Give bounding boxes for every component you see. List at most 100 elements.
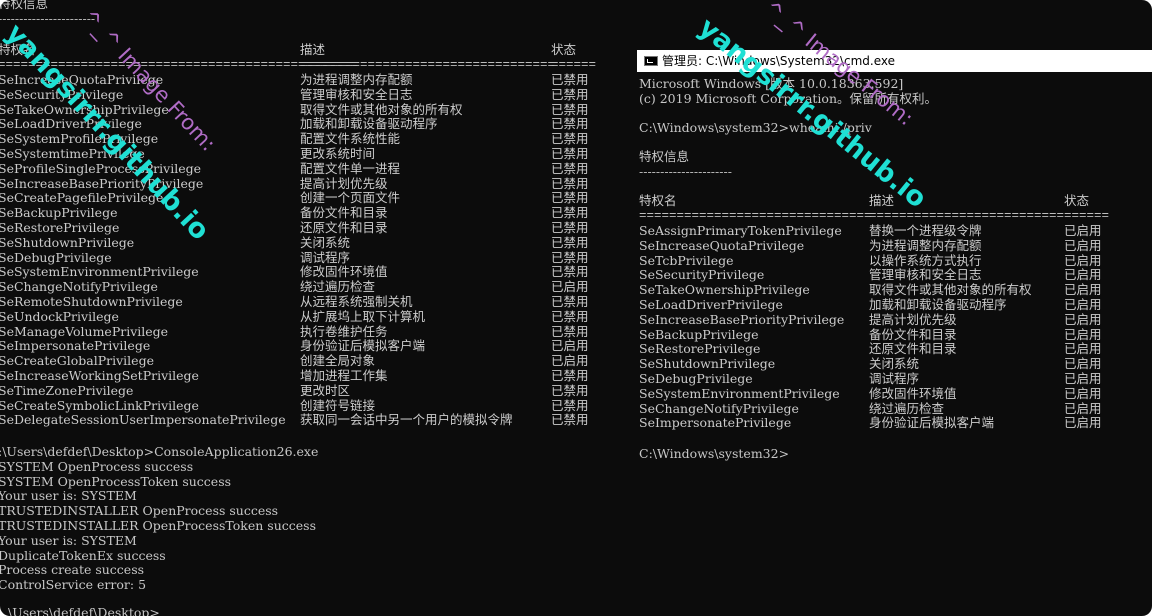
output-line: ControlService error: 5 <box>0 577 147 593</box>
privilege-state: 已启用 <box>1064 415 1102 431</box>
privilege-state: 已禁用 <box>551 220 589 235</box>
cmd-banner-line2: (c) 2019 Microsoft Corporation。保留所有权利。 <box>639 91 937 106</box>
privilege-name: SeCreatePagefilePrivilege <box>0 190 164 206</box>
privilege-state: 已禁用 <box>551 264 589 280</box>
privilege-desc: 更改时区 <box>300 382 351 398</box>
privilege-state: 已启用 <box>551 338 589 354</box>
left-privilege-row: SeIncreaseBasePriorityPrivilege 提高计划优先级 已禁… <box>0 175 610 192</box>
privilege-name: SeTimeZonePrivilege <box>0 382 134 398</box>
right-rule-state: ====== <box>1064 209 1110 223</box>
left-privilege-row: SeDebugPrivilege 调试程序 已禁用 <box>0 249 610 266</box>
output-line: TRUSTEDINSTALLER OpenProcess success <box>0 503 279 519</box>
privilege-name: SeIncreaseBasePriorityPrivilege <box>639 311 845 327</box>
privilege-desc: 修改固件环境值 <box>300 264 388 280</box>
privilege-name: SeSystemProfilePrivilege <box>0 131 159 147</box>
privilege-name: SeSystemtimePrivilege <box>0 146 145 161</box>
left-last-prompt[interactable]: \Users\defdef\Desktop> <box>8 605 160 616</box>
privilege-name: SeDebugPrivilege <box>639 371 753 386</box>
privilege-desc: 提高计划优先级 <box>869 311 957 327</box>
privilege-state: 已禁用 <box>551 146 589 161</box>
left-rule-desc: ================================== <box>300 58 556 72</box>
privilege-state: 已禁用 <box>551 101 589 117</box>
left-privilege-row: SeRestorePrivilege 还原文件和目录 已禁用 <box>0 220 610 236</box>
left-privilege-row: SeTimeZonePrivilege 更改时区 已禁用 <box>0 382 610 399</box>
privilege-state: 已禁用 <box>551 72 589 87</box>
cmd-final-prompt[interactable]: C:\Windows\system32> <box>639 446 789 462</box>
privilege-state: 已启用 <box>1064 252 1102 268</box>
left-privilege-row: SeSystemProfilePrivilege 配置文件系统性能 已禁用 <box>0 131 610 147</box>
privilege-state: 已启用 <box>551 353 589 369</box>
privilege-desc: 创建全局对象 <box>300 353 376 369</box>
privilege-desc: 管理审核和安全日志 <box>300 86 413 102</box>
privilege-state: 已禁用 <box>551 116 589 132</box>
privilege-state: 已启用 <box>1064 400 1102 416</box>
privilege-desc: 更改系统时间 <box>300 146 376 161</box>
privilege-desc: 取得文件或其他对象的所有权 <box>300 101 463 117</box>
right-rule-desc: ========================== <box>869 209 1065 223</box>
privilege-name: SeIncreaseBasePriorityPrivilege <box>0 175 204 191</box>
right-privilege-row: SeSecurityPrivilege 管理审核和安全日志 已启用 <box>637 268 1147 283</box>
right-privilege-row: SeDebugPrivilege 调试程序 已启用 <box>637 371 1147 387</box>
left-privilege-row: SeRemoteShutdownPrivilege 从远程系统强制关机 已禁用 <box>0 294 610 310</box>
privilege-name: SeLoadDriverPrivilege <box>0 116 142 132</box>
cmd-window-titlebar[interactable]: 管理员: C:\Windows\System32\cmd.exe <box>637 50 1152 72</box>
left-privilege-row: SeUndockPrivilege 从扩展坞上取下计算机 已禁用 <box>0 308 610 325</box>
privilege-desc: 增加进程工作集 <box>300 368 388 383</box>
privilege-desc: 为进程调整内存配额 <box>300 72 413 87</box>
cmd-prompt-icon <box>644 56 658 66</box>
privilege-desc: 备份文件和目录 <box>300 205 388 221</box>
left-console-output[interactable]: 特权信息 ----------------------- 特权名 描述 状态 =… <box>0 0 630 616</box>
privilege-state: 已启用 <box>1064 237 1102 253</box>
left-section-underline: ----------------------- <box>0 11 96 26</box>
privilege-desc: 绕过遍历检查 <box>869 400 945 416</box>
privilege-state: 已启用 <box>1064 282 1102 298</box>
privilege-state: 已禁用 <box>551 294 589 309</box>
left-privilege-row: SeSystemEnvironmentPrivilege 修改固件环境值 已禁用 <box>0 265 610 280</box>
right-table-header: 特权名 描述 状态 <box>637 193 1147 209</box>
left-privilege-row: SeProfileSingleProcessPrivilege 配置文件单一进程 已… <box>0 161 610 177</box>
right-privilege-row: SeTcbPrivilege 以操作系统方式执行 已启用 <box>637 252 1147 269</box>
right-header-state: 状态 <box>1064 193 1090 208</box>
privilege-state: 已禁用 <box>551 249 589 265</box>
privilege-name: SeTakeOwnershipPrivilege <box>0 101 169 117</box>
privilege-name: SeTakeOwnershipPrivilege <box>639 282 810 298</box>
left-header-desc: 描述 <box>300 42 326 57</box>
privilege-name: SeManageVolumePrivilege <box>0 323 169 339</box>
privilege-desc: 管理审核和安全日志 <box>869 267 982 283</box>
privilege-name: SeIncreaseQuotaPrivilege <box>639 237 805 253</box>
privilege-desc: 修改固件环境值 <box>869 385 957 401</box>
left-privilege-row: SeImpersonatePrivilege 身份验证后模拟客户端 已启用 <box>0 339 610 354</box>
privilege-desc: 从远程系统强制关机 <box>300 294 413 309</box>
privilege-name: SeUndockPrivilege <box>0 308 119 324</box>
privilege-name: SeSecurityPrivilege <box>0 86 124 102</box>
privilege-desc: 执行卷维护任务 <box>300 323 388 339</box>
left-table-header-rule: ========================================… <box>0 58 610 73</box>
privilege-name: SeDebugPrivilege <box>0 249 112 265</box>
privilege-desc: 配置文件系统性能 <box>300 131 401 147</box>
privilege-name: SeCreateGlobalPrivilege <box>0 353 154 369</box>
privilege-name: SeChangeNotifyPrivilege <box>0 279 158 295</box>
output-line: Your user is: SYSTEM <box>0 532 137 548</box>
left-privilege-row: SeIncreaseQuotaPrivilege 为进程调整内存配额 已禁用 <box>0 72 610 88</box>
right-privilege-row: SeImpersonatePrivilege 身份验证后模拟客户端 已启用 <box>637 416 1147 431</box>
privilege-name: SeIncreaseQuotaPrivilege <box>0 72 164 87</box>
privilege-state: 已禁用 <box>551 382 589 398</box>
privilege-state: 已禁用 <box>551 86 589 102</box>
privilege-state: 已启用 <box>1064 356 1102 372</box>
left-privilege-row: SeSecurityPrivilege 管理审核和安全日志 已禁用 <box>0 86 610 103</box>
left-privilege-row: SeTakeOwnershipPrivilege 取得文件或其他对象的所有权 已禁用 <box>0 101 610 118</box>
privilege-state: 已启用 <box>1064 297 1102 312</box>
cmd-window[interactable]: 管理员: C:\Windows\System32\cmd.exe Microso… <box>637 50 1152 520</box>
privilege-name: SeRemoteShutdownPrivilege <box>0 294 183 309</box>
privilege-state: 已禁用 <box>551 397 589 413</box>
left-privilege-row: SeLoadDriverPrivilege 加载和卸载设备驱动程序 已禁用 <box>0 117 610 132</box>
right-header-name: 特权名 <box>639 193 677 208</box>
privilege-name: SeBackupPrivilege <box>639 326 759 342</box>
output-line: TRUSTEDINSTALLER OpenProcessToken succes… <box>0 518 316 533</box>
right-privilege-row: SeIncreaseBasePriorityPrivilege 提高计划优先级 已启… <box>637 311 1147 328</box>
privilege-name: SeImpersonatePrivilege <box>0 338 151 354</box>
privilege-name: SeIncreaseWorkingSetPrivilege <box>0 368 199 383</box>
privilege-name: SeImpersonatePrivilege <box>639 415 792 431</box>
privilege-name: SeShutdownPrivilege <box>0 234 135 250</box>
left-privilege-row: SeBackupPrivilege 备份文件和目录 已禁用 <box>0 205 610 221</box>
